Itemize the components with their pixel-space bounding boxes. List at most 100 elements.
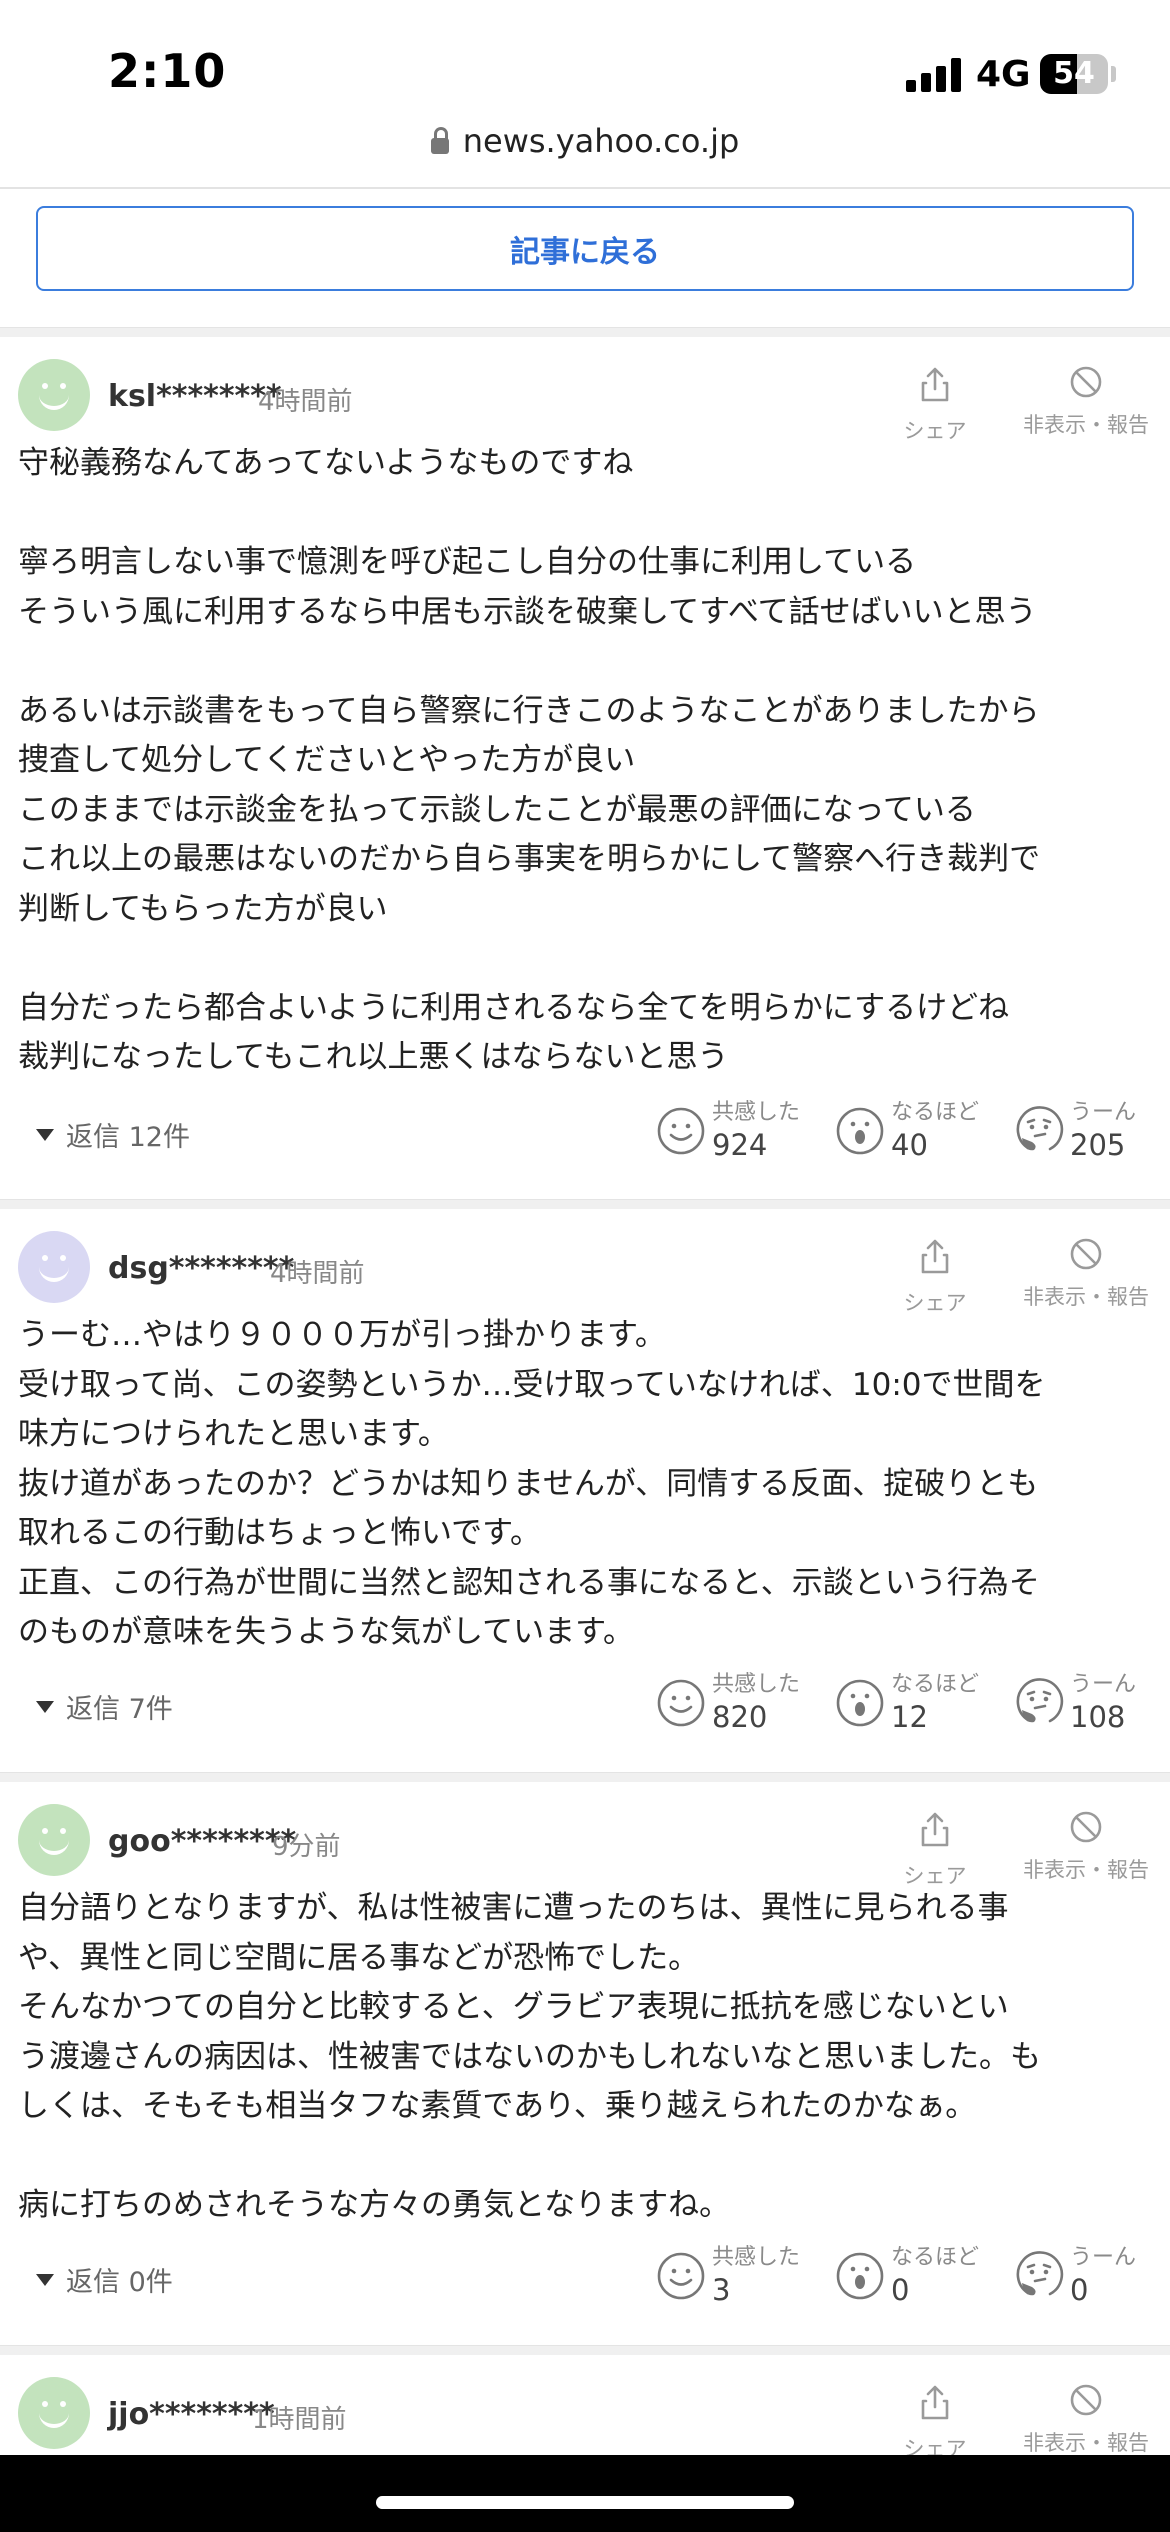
- avatar[interactable]: [18, 1231, 90, 1303]
- hide-report-label: 非表示・報告: [1023, 1285, 1149, 1309]
- empathy-reaction-button[interactable]: 共感した 924: [656, 1099, 800, 1163]
- hmm-count: 0: [1070, 2273, 1089, 2307]
- smile-face-icon: [657, 1107, 705, 1155]
- surprised-face-icon: [836, 1107, 884, 1155]
- comment-card: goo******** 9分前 シェア 非表示・報告 自分語りとなりますが、私は…: [0, 1782, 1170, 2345]
- comment-time: 4時間前: [270, 1259, 365, 1289]
- hide-report-button[interactable]: 非表示・報告: [1014, 1810, 1158, 1884]
- comment-text: 自分語りとなりますが、私は性被害に遭ったのちは、異性に見られる事 や、異性と同じ…: [18, 1890, 1041, 2223]
- hmm-label: うーん: [1070, 1672, 1137, 1697]
- insight-reaction-button[interactable]: なるほど 0: [835, 2244, 979, 2308]
- share-button[interactable]: シェア: [898, 365, 972, 445]
- thinking-face-icon: [1016, 2251, 1064, 2296]
- empathy-label: 共感した: [712, 1672, 801, 1697]
- address-bar[interactable]: news.yahoo.co.jp: [0, 122, 1170, 160]
- replies-count: 返信 0件: [66, 2267, 173, 2298]
- avatar[interactable]: [18, 1804, 90, 1876]
- empathy-count: 820: [712, 1700, 768, 1734]
- comment-time: 1時間前: [252, 2405, 347, 2435]
- hide-report-label: 非表示・報告: [1023, 2431, 1149, 2455]
- empathy-label: 共感した: [712, 1100, 801, 1125]
- prohibit-icon: [1070, 1811, 1102, 1843]
- surprised-face-icon: [836, 1679, 884, 1727]
- battery-cap: [1111, 66, 1116, 82]
- hmm-reaction-button[interactable]: うーん 0: [1014, 2244, 1136, 2308]
- user-name[interactable]: ksl********: [108, 379, 282, 414]
- caret-down-icon: [36, 2273, 54, 2286]
- comment-card: jjo******** 1時間前 シェア 非表示・報告: [0, 2355, 1170, 2461]
- prohibit-icon: [1070, 2384, 1102, 2416]
- avatar[interactable]: [18, 359, 90, 431]
- hmm-count: 205: [1070, 1128, 1126, 1162]
- prohibit-icon: [1070, 366, 1102, 398]
- hmm-label: うーん: [1070, 1100, 1137, 1125]
- replies-toggle[interactable]: 返信 12件: [36, 1115, 190, 1154]
- empathy-reaction-button[interactable]: 共感した 3: [656, 2244, 800, 2308]
- network-type: 4G: [976, 54, 1031, 95]
- home-indicator[interactable]: [376, 2496, 794, 2509]
- empathy-count: 924: [712, 1128, 768, 1162]
- replies-toggle[interactable]: 返信 7件: [36, 1687, 173, 1726]
- share-icon: [921, 1239, 949, 1274]
- insight-reaction-button[interactable]: なるほど 40: [835, 1099, 979, 1163]
- section-divider: [0, 327, 1170, 337]
- battery-icon: 54: [1040, 54, 1108, 94]
- hmm-label: うーん: [1070, 2245, 1137, 2270]
- share-icon: [921, 1812, 949, 1847]
- comment-card: dsg******** 4時間前 シェア 非表示・報告 うーむ…やはり９０００万…: [0, 1209, 1170, 1772]
- lock-icon: [430, 127, 449, 154]
- hide-report-label: 非表示・報告: [1023, 1858, 1149, 1882]
- empathy-label: 共感した: [712, 2245, 801, 2270]
- share-icon: [921, 2385, 949, 2420]
- replies-toggle[interactable]: 返信 0件: [36, 2260, 173, 2299]
- url-text: news.yahoo.co.jp: [462, 122, 740, 160]
- insight-count: 12: [891, 1700, 928, 1734]
- share-button[interactable]: シェア: [898, 1237, 972, 1317]
- back-to-article-section: 記事に戻る: [0, 189, 1170, 327]
- battery-percentage: 54: [1053, 56, 1095, 91]
- back-to-article-button[interactable]: 記事に戻る: [36, 206, 1134, 291]
- hmm-reaction-button[interactable]: うーん 205: [1014, 1099, 1136, 1163]
- thinking-face-icon: [1016, 1678, 1064, 1723]
- replies-count: 返信 12件: [66, 1122, 190, 1153]
- empathy-reaction-button[interactable]: 共感した 820: [656, 1671, 800, 1735]
- user-name[interactable]: goo********: [108, 1824, 296, 1859]
- insight-reaction-button[interactable]: なるほど 12: [835, 1671, 979, 1735]
- comment-time: 4時間前: [258, 387, 353, 417]
- replies-count: 返信 7件: [66, 1694, 173, 1725]
- caret-down-icon: [36, 1128, 54, 1141]
- avatar[interactable]: [18, 2377, 90, 2449]
- share-button[interactable]: シェア: [898, 1810, 972, 1890]
- empathy-count: 3: [712, 2273, 731, 2307]
- section-divider: [0, 2345, 1170, 2355]
- section-divider: [0, 1199, 1170, 1209]
- smile-face-icon: [657, 1679, 705, 1727]
- user-name[interactable]: dsg********: [108, 1251, 294, 1286]
- hide-report-button[interactable]: 非表示・報告: [1014, 1237, 1158, 1311]
- hide-report-button[interactable]: 非表示・報告: [1014, 2383, 1158, 2457]
- insight-count: 0: [891, 2273, 910, 2307]
- share-icon: [921, 367, 949, 402]
- comment-text: 守秘義務なんてあってないようなものですね 寧ろ明言しない事で憶測を呼び起こし自分…: [18, 445, 1041, 1075]
- home-bar: [0, 2455, 1170, 2532]
- prohibit-icon: [1070, 1238, 1102, 1270]
- caret-down-icon: [36, 1700, 54, 1713]
- hmm-count: 108: [1070, 1700, 1126, 1734]
- comment-card: ksl******** 4時間前 シェア 非表示・報告 守秘義務なんてあってない…: [0, 337, 1170, 1199]
- hide-report-label: 非表示・報告: [1023, 413, 1149, 437]
- share-button[interactable]: シェア: [898, 2383, 972, 2463]
- section-divider: [0, 1772, 1170, 1782]
- insight-label: なるほど: [891, 2245, 980, 2270]
- insight-label: なるほど: [891, 1672, 980, 1697]
- insight-count: 40: [891, 1128, 928, 1162]
- signal-icon: [906, 58, 962, 92]
- smile-face-icon: [657, 2252, 705, 2300]
- surprised-face-icon: [836, 2252, 884, 2300]
- status-bar: 2:10 4G 54: [0, 0, 1170, 130]
- hide-report-button[interactable]: 非表示・報告: [1014, 365, 1158, 439]
- comment-text: うーむ…やはり９０００万が引っ掛かります。 受け取って尚、この姿勢というか…受け…: [18, 1317, 1046, 1650]
- user-name[interactable]: jjo********: [108, 2397, 275, 2432]
- hmm-reaction-button[interactable]: うーん 108: [1014, 1671, 1136, 1735]
- insight-label: なるほど: [891, 1100, 980, 1125]
- status-time: 2:10: [108, 44, 227, 98]
